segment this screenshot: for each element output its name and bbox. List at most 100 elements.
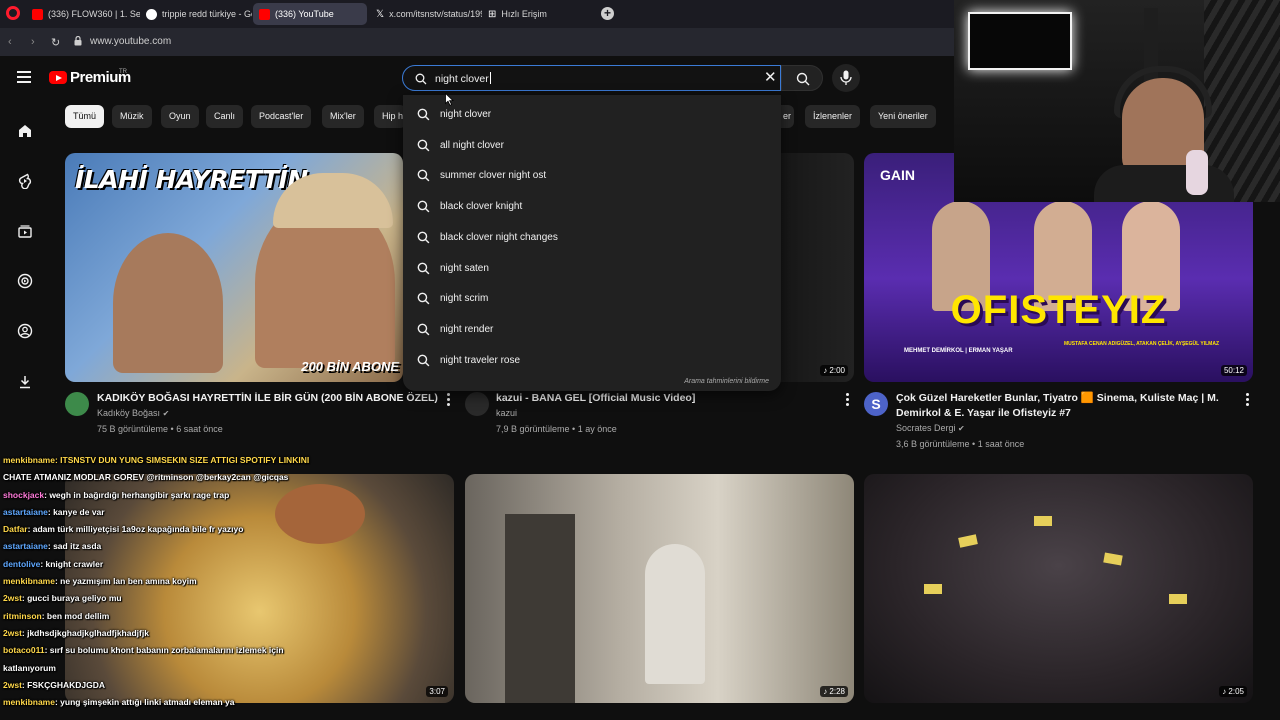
light-shape <box>958 534 978 548</box>
chat-text: : ben mod dellim <box>41 610 110 621</box>
video-title[interactable]: KADIKÖY BOĞASI HAYRETTİN İLE BİR GÜN (20… <box>97 391 438 406</box>
suggestion-item[interactable]: all night clover <box>403 131 781 161</box>
search-icon <box>415 73 427 85</box>
reload-icon[interactable]: ↻ <box>51 36 60 49</box>
voice-search-button[interactable] <box>832 64 860 92</box>
search-icon <box>417 108 430 121</box>
chat-username: menkibname <box>3 576 55 587</box>
search-icon <box>417 354 430 367</box>
search-icon <box>417 169 430 182</box>
chat-message: ritminson: ben mod dellim <box>0 608 380 625</box>
chat-username: astartaiane <box>3 506 48 517</box>
forward-icon[interactable]: › <box>31 36 35 48</box>
video-thumbnail[interactable]: ♪ 2:28 <box>465 474 854 703</box>
back-icon[interactable]: ‹ <box>8 36 12 48</box>
search-input[interactable]: night clover <box>402 65 781 91</box>
x-icon: 𝕏 <box>376 8 385 20</box>
channel-name-text: Socrates Dergi <box>896 423 956 433</box>
chip-watched[interactable]: İzlenenler <box>805 105 861 128</box>
chat-message: 2wst: FSKÇGHAKDJGDA <box>0 677 380 694</box>
channel-avatar[interactable] <box>465 392 489 416</box>
search-icon <box>417 292 430 305</box>
more-actions-icon[interactable] <box>1246 393 1250 408</box>
suggestion-item[interactable]: night scrim <box>403 284 781 314</box>
thumbnail-headline: İLAHİ HAYRETTİN <box>75 165 308 194</box>
chat-text: : adam türk milliyetçisi 1a9oz kapağında… <box>27 524 244 535</box>
search-icon <box>417 139 430 152</box>
channel-name[interactable]: kazui <box>496 408 517 418</box>
suggestion-item[interactable]: summer clover night ost <box>403 161 781 191</box>
search-suggestions-dropdown: night clover all night clover summer clo… <box>403 95 781 391</box>
wall-panel-light <box>968 12 1072 70</box>
chip-all[interactable]: Tümü <box>65 105 105 128</box>
chip-new-recommendations[interactable]: Yeni öneriler <box>870 105 936 128</box>
chip-hiphop[interactable]: Hip h <box>374 105 406 128</box>
hamburger-menu-icon[interactable] <box>17 71 31 83</box>
suggestion-item[interactable]: night clover <box>403 100 781 130</box>
chat-message: menkibname: yung şimşekin attığı linki a… <box>0 694 380 711</box>
chat-username: dentolive <box>3 558 41 569</box>
chip-live[interactable]: Canlı <box>206 105 244 128</box>
url-field[interactable]: www.youtube.com <box>90 36 171 47</box>
more-actions-icon[interactable] <box>447 393 451 408</box>
suggestion-item[interactable]: night traveler rose <box>403 346 781 376</box>
new-tab-button[interactable]: + <box>601 7 614 20</box>
gain-logo: GAIN <box>880 167 915 183</box>
opera-logo-icon[interactable] <box>6 6 20 20</box>
chat-message: astartaiane: sad itz asda <box>0 538 380 555</box>
chat-username: ritminson <box>3 610 42 621</box>
chip-mixes[interactable]: Mix'ler <box>322 105 364 128</box>
tab-quick-access[interactable]: ⊞ Hızlı Erişim <box>482 3 592 25</box>
video-title[interactable]: kazui - BANA GEL [Official Music Video] <box>496 391 836 406</box>
chat-username: 2wst <box>3 679 22 690</box>
google-icon <box>146 8 157 20</box>
channel-name[interactable]: Socrates Dergi ✔ <box>896 423 965 433</box>
chat-message: Datfar: adam türk milliyetçisi 1a9oz kap… <box>0 521 380 538</box>
streamer-shirt <box>1094 165 1234 202</box>
search-icon <box>796 72 810 86</box>
tab-flow360[interactable]: (336) FLOW360 | 1. Sezon <box>26 3 140 25</box>
verified-icon: ✔ <box>162 409 170 418</box>
tab-youtube[interactable]: (336) YouTube <box>253 3 367 25</box>
suggestion-item[interactable]: black clover knight <box>403 192 781 222</box>
chat-username: menkibname <box>3 697 55 708</box>
channel-avatar[interactable] <box>65 392 89 416</box>
chat-message: dentolive: knight crawler <box>0 556 380 573</box>
chat-text: : gucci buraya geliyo mu <box>21 593 122 604</box>
duration-badge: 3:07 <box>426 686 448 697</box>
streamer-webcam <box>954 0 1280 202</box>
home-icon[interactable] <box>17 123 33 139</box>
more-actions-icon[interactable] <box>846 393 850 408</box>
shorts-icon[interactable] <box>17 173 33 189</box>
youtube-music-icon[interactable] <box>17 273 33 289</box>
subscriptions-icon[interactable] <box>17 223 33 239</box>
lock-icon <box>74 36 82 46</box>
suggestion-item[interactable]: night saten <box>403 254 781 284</box>
search-button[interactable] <box>781 65 823 91</box>
video-thumbnail[interactable]: İLAHİ HAYRETTİN 200 BİN ABONE <box>65 153 403 382</box>
tab-google[interactable]: trippie redd türkiye - Goo <box>140 3 252 25</box>
tab-label: trippie redd türkiye - Goo <box>162 9 252 19</box>
suggestion-item[interactable]: night render <box>403 315 781 345</box>
youtube-icon <box>32 8 43 20</box>
browser-tab-bar: (336) FLOW360 | 1. Sezon trippie redd tü… <box>0 0 954 28</box>
video-thumbnail[interactable]: ♪ 2:05 <box>864 474 1253 703</box>
video-title[interactable]: Çok Güzel Hareketler Bunlar, Tiyatro 🟧 S… <box>896 391 1236 421</box>
you-profile-icon[interactable] <box>17 323 33 339</box>
chip-podcasts[interactable]: Podcast'ler <box>251 105 312 128</box>
thumbnail-names: MUSTAFA CENAN ADIGÜZEL, ATAKAN ÇELİK, AY… <box>1064 341 1220 347</box>
channel-avatar[interactable]: S <box>864 392 888 416</box>
downloads-icon[interactable] <box>17 374 33 390</box>
tab-x[interactable]: 𝕏 x.com/itsnstv/status/1991 <box>370 3 482 25</box>
duration-value: 2:28 <box>829 687 845 696</box>
suggestion-item[interactable]: black clover night changes <box>403 223 781 253</box>
thumbnail-headline: OFISTEYIZ <box>950 288 1167 332</box>
chip-gaming[interactable]: Oyun <box>161 105 199 128</box>
channel-name[interactable]: Kadıköy Boğası ✔ <box>97 408 169 418</box>
stream-chat-overlay: menkibname: ITSNSTV DUN YUNG SIMSEKIN SI… <box>0 452 380 720</box>
chip-music[interactable]: Müzik <box>112 105 152 128</box>
duration-badge: ♪ 2:00 <box>820 365 848 376</box>
clear-search-icon[interactable]: ✕ <box>764 70 777 85</box>
swing-chain-shape <box>505 514 575 703</box>
report-predictions-link[interactable]: Arama tahminlerini bildirme <box>684 378 769 385</box>
